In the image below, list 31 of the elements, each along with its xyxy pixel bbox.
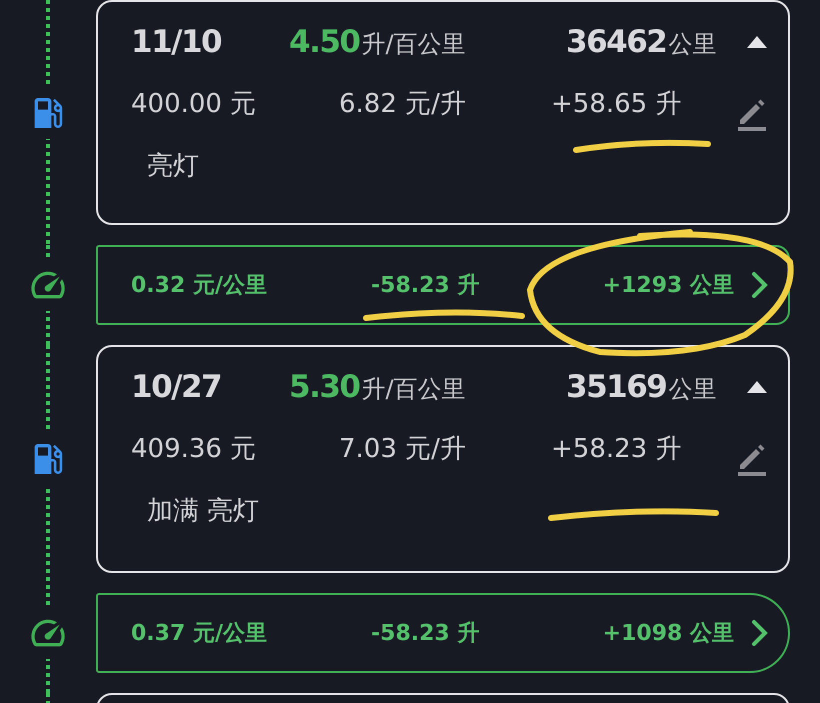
odometer-value: 36462	[566, 24, 666, 60]
tag-text: 加满	[147, 495, 199, 528]
odometer-value: 35169	[566, 369, 666, 405]
collapse-triangle-icon[interactable]	[746, 35, 768, 49]
consumption-unit: 升/百公里	[362, 29, 466, 60]
cost-per-km-text: 0.37 元/公里	[131, 620, 268, 648]
distance-text: +1293 公里	[602, 272, 734, 300]
trip-summary-card[interactable]: 0.37 元/公里 -58.23 升 +1098 公里	[96, 593, 790, 673]
fuel-used-text: -58.23 升	[371, 272, 480, 300]
chevron-right-icon[interactable]	[750, 271, 770, 299]
consumption-unit: 升/百公里	[362, 374, 466, 405]
consumption-value: 5.30	[289, 369, 360, 405]
fuel-used-text: -58.23 升	[371, 620, 480, 648]
odometer-unit: 公里	[668, 374, 716, 405]
price-text: 7.03 元/升	[339, 433, 466, 466]
volume-text: +58.65 升	[551, 88, 682, 121]
volume-text: +58.23 升	[551, 433, 682, 466]
date-text: 10/27	[131, 369, 222, 405]
amount-text: 409.36 元	[131, 433, 256, 466]
consumption-value: 4.50	[289, 24, 360, 60]
price-text: 6.82 元/升	[339, 88, 466, 121]
collapse-triangle-icon[interactable]	[746, 380, 768, 394]
trip-summary-card[interactable]: 0.32 元/公里 -58.23 升 +1293 公里	[96, 245, 790, 325]
amount-text: 400.00 元	[131, 88, 256, 121]
date-text: 11/10	[131, 24, 222, 60]
distance-text: +1098 公里	[602, 620, 734, 648]
chevron-right-icon[interactable]	[750, 619, 770, 647]
tag-text: 亮灯	[147, 150, 199, 183]
tag-text: 亮灯	[207, 495, 259, 528]
odometer-unit: 公里	[668, 29, 716, 60]
cost-per-km-text: 0.32 元/公里	[131, 272, 268, 300]
